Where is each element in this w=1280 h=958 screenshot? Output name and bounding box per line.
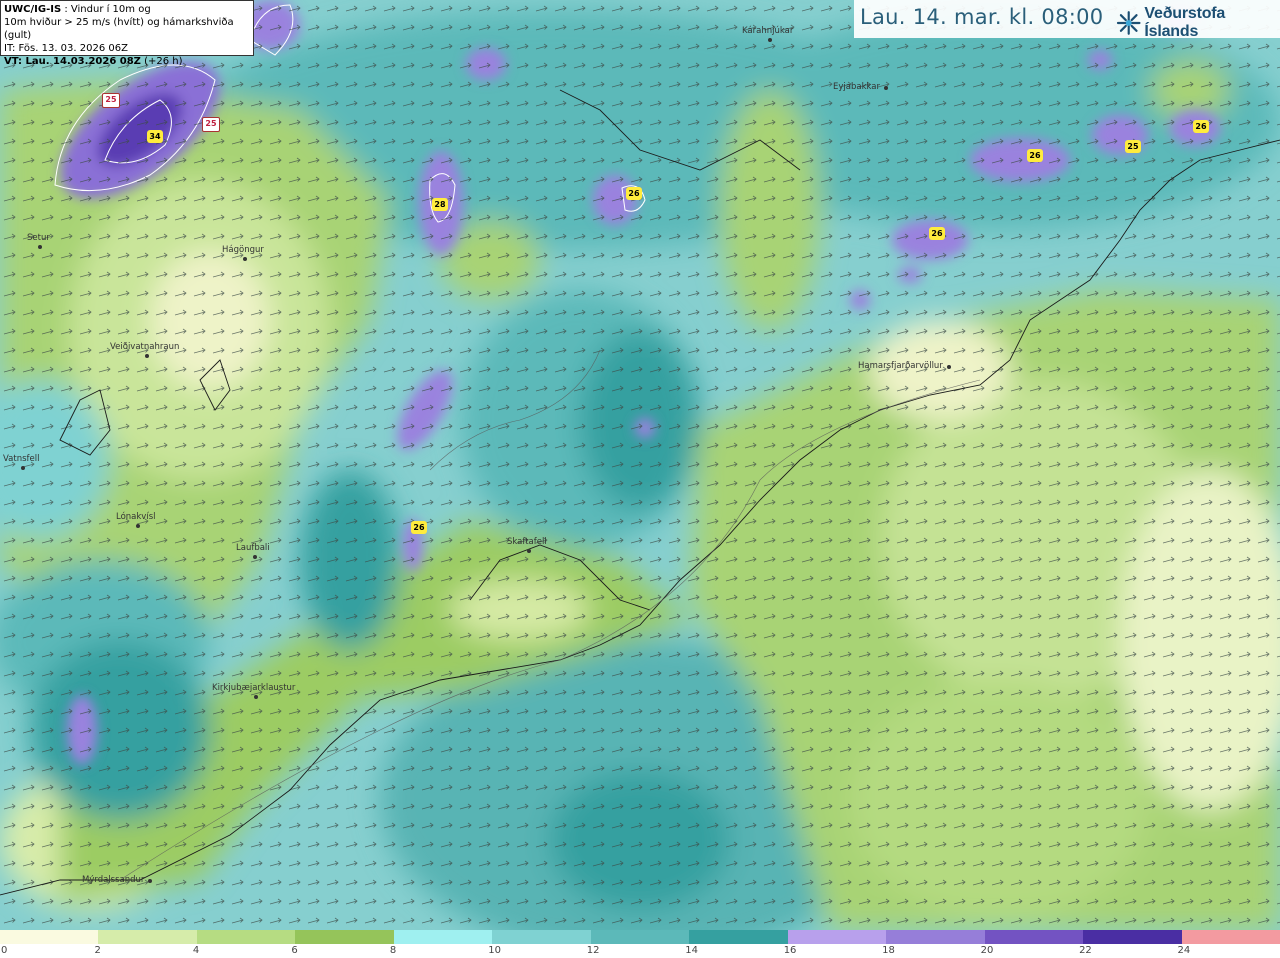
max-gust-badge: 26 xyxy=(626,187,642,200)
place-label: Hamarsfjarðarvöllur xyxy=(858,361,951,371)
legend-swatch xyxy=(492,930,591,944)
legend-swatch xyxy=(98,930,197,944)
valid-time: VT: Lau. 14.03.2026 08Z xyxy=(4,56,141,67)
valid-time-offset: (+26 h) xyxy=(144,56,183,67)
legend-swatch xyxy=(1181,930,1280,944)
vedurstofa-logo[interactable]: Veðurstofa Íslands xyxy=(1116,5,1280,41)
legend-labels: 0 2 4 6 8 10 12 14 16 18 20 22 24 xyxy=(0,944,1280,958)
place-label: Kirkjubæjarklaustur xyxy=(212,683,296,699)
model-description: : Vindur í 10m og xyxy=(64,4,151,15)
legend-swatch xyxy=(196,930,296,944)
gust-contour-badge: 25 xyxy=(202,117,220,132)
legend-swatch xyxy=(984,930,1084,944)
logo-text: Veðurstofa Íslands xyxy=(1144,5,1226,40)
place-label: Vatnsfell xyxy=(3,454,40,470)
legend-tick-label: 16 xyxy=(783,945,797,956)
max-gust-badge: 34 xyxy=(147,130,163,143)
legend-swatch xyxy=(689,930,788,944)
legend-swatch xyxy=(1083,930,1182,944)
legend-tick-label: 14 xyxy=(685,945,698,956)
max-gust-badge: 26 xyxy=(1193,120,1209,133)
legend-tick-label: 22 xyxy=(1079,945,1092,956)
wind-vector-arrows xyxy=(0,0,1280,930)
legend-swatch xyxy=(0,930,99,944)
legend-tick-label: 2 xyxy=(94,945,101,956)
wind-speed-legend: 0 2 4 6 8 10 12 14 16 18 20 22 24 xyxy=(0,930,1280,958)
legend-tick-label: 20 xyxy=(980,945,994,956)
place-label: Skaftafell xyxy=(507,537,547,553)
place-label: Setur xyxy=(27,233,50,249)
legend-swatch xyxy=(295,930,394,944)
title-bar: Lau. 14. mar. kl. 08:00 Veðurstofa Íslan… xyxy=(854,0,1280,41)
place-label: Eyjabakkar xyxy=(833,82,888,92)
snowflake-icon xyxy=(1116,11,1141,35)
max-gust-badge: 26 xyxy=(1027,149,1043,162)
wind-map[interactable] xyxy=(0,0,1280,930)
legend-swatch xyxy=(590,930,690,944)
model-name: UWC/IG-IS xyxy=(4,4,62,15)
max-gust-badge: 28 xyxy=(432,198,448,211)
place-label: Hágöngur xyxy=(222,245,264,261)
model-info-box: UWC/IG-IS : Vindur í 10m og 10m hviður >… xyxy=(0,0,254,67)
legend-tick-label: 24 xyxy=(1177,945,1191,956)
legend-swatch xyxy=(787,930,887,944)
max-gust-badge: 26 xyxy=(411,521,427,534)
place-label: Kárahnjúkar xyxy=(742,26,794,42)
legend-swatch xyxy=(393,930,493,944)
model-description-2: 10m hviður > 25 m/s (hvítt) og hámarkshv… xyxy=(4,17,234,41)
gust-contour-badge: 25 xyxy=(102,93,120,108)
legend-tick-label: 18 xyxy=(882,945,895,956)
legend-swatch xyxy=(886,930,985,944)
place-label: Veiðivatnahraun xyxy=(110,342,180,358)
legend-tick-label: 8 xyxy=(389,945,397,956)
legend-tick-label: 6 xyxy=(291,945,298,956)
initial-time: IT: Fös. 13. 03. 2026 06Z xyxy=(4,43,128,54)
place-label: Mýrdalssandur xyxy=(82,875,153,885)
legend-tick-label: 12 xyxy=(586,945,600,956)
max-gust-badge: 25 xyxy=(1125,140,1141,153)
place-label: Laufbali xyxy=(236,543,270,559)
forecast-datetime: Lau. 14. mar. kl. 08:00 xyxy=(860,5,1104,29)
legend-color-bar xyxy=(0,930,1280,944)
place-label: Lónakvísl xyxy=(116,512,156,528)
legend-tick-label: 4 xyxy=(192,945,200,956)
max-gust-badge: 26 xyxy=(929,227,945,240)
legend-tick-label: 10 xyxy=(488,945,502,956)
legend-tick-label: 0 xyxy=(1,945,8,956)
